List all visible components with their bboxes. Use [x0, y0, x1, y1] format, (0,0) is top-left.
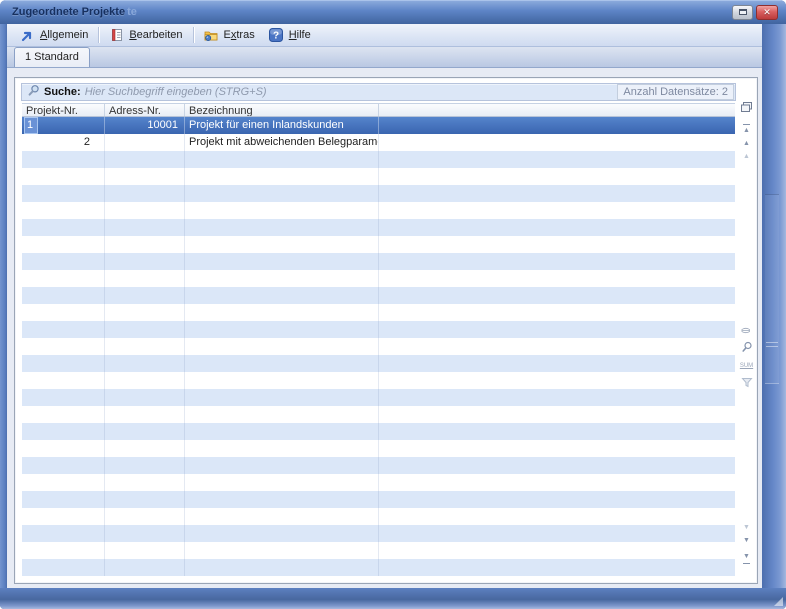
window-scrollbar-right[interactable] [762, 24, 786, 588]
column-chooser-icon[interactable] [738, 101, 755, 115]
resize-grip-icon[interactable] [774, 597, 783, 606]
tab-strip: 1 Standard [7, 47, 762, 68]
edit-document-icon [109, 28, 124, 43]
app-window: Zugeordnete Projekte te ✕ Allgemein [0, 0, 786, 609]
table-empty-row [22, 355, 735, 372]
table-empty-row [22, 287, 735, 304]
menu-bearbeiten[interactable]: Bearbeiten [102, 26, 189, 45]
scroll-up-icon[interactable]: ▲ [738, 139, 755, 149]
record-count-value: 2 [722, 86, 728, 98]
table-empty-row [22, 491, 735, 508]
folder-extras-icon [204, 28, 219, 43]
scroll-down-icon[interactable]: ▼ [738, 536, 755, 546]
table-empty-row [22, 406, 735, 423]
table-empty-row [22, 270, 735, 287]
content-panel: Suche: Anzahl Datensätze: 2 Projekt-Nr. … [14, 77, 758, 584]
table-empty-row [22, 457, 735, 474]
table-row[interactable]: 2 Projekt mit abweichenden Belegparamete… [22, 134, 735, 151]
table-empty-row [22, 389, 735, 406]
menu-label: Bearbeiten [129, 29, 182, 41]
cell-empty[interactable] [379, 134, 735, 151]
record-count: Anzahl Datensätze: 2 [617, 84, 734, 100]
scroll-down-dim-icon[interactable]: ▼ [738, 523, 755, 533]
column-header-adress-nr[interactable]: Adress-Nr. [105, 104, 185, 116]
menu-label: Allgemein [40, 29, 88, 41]
cell-adress-nr[interactable]: 10001 [105, 117, 185, 134]
menu-label: Hilfe [289, 29, 311, 41]
table-row-selected[interactable]: 1 10001 Projekt für einen Inlandskunden [22, 117, 735, 134]
tab-standard[interactable]: 1 Standard [14, 47, 90, 67]
table-empty-row [22, 321, 735, 338]
cell-adress-nr[interactable] [105, 134, 185, 151]
table-empty-row [22, 474, 735, 491]
arrow-up-right-icon [20, 28, 35, 43]
window-title-echo: te [127, 6, 137, 18]
window-body: 1 Standard Suche: Anzahl Datensätze: 2 [7, 47, 762, 588]
menu-extras[interactable]: Extras [197, 26, 262, 45]
cell-bezeichnung[interactable]: Projekt mit abweichenden Belegparametern [185, 134, 379, 151]
table-rows: 1 10001 Projekt für einen Inlandskunden … [22, 117, 735, 576]
projects-table: Projekt-Nr. Adress-Nr. Bezeichnung 1 100… [22, 103, 735, 577]
table-header[interactable]: Projekt-Nr. Adress-Nr. Bezeichnung [22, 103, 735, 117]
window-border-left [0, 24, 7, 588]
table-empty-row [22, 168, 735, 185]
scroll-top-icon[interactable]: ▲ [743, 124, 750, 136]
column-header-projekt-nr[interactable]: Projekt-Nr. [22, 104, 105, 116]
cell-bezeichnung[interactable]: Projekt für einen Inlandskunden [185, 117, 379, 134]
scroll-bottom-icon[interactable]: ▼ [743, 552, 750, 564]
maximize-button[interactable] [732, 5, 753, 20]
column-header-empty[interactable] [379, 104, 735, 116]
search-label: Suche: [44, 86, 81, 98]
table-empty-row [22, 525, 735, 542]
fit-width-icon[interactable]: (|) [738, 325, 755, 335]
menu-label: Extras [224, 29, 255, 41]
scrollbar-thumb[interactable] [765, 194, 779, 384]
table-empty-row [22, 559, 735, 576]
sum-icon[interactable]: SUM [738, 361, 755, 371]
menu-separator [98, 27, 99, 43]
window-icon [739, 9, 747, 15]
filter-icon[interactable] [738, 377, 755, 390]
table-empty-row [22, 219, 735, 236]
table-empty-row [22, 253, 735, 270]
svg-text:?: ? [273, 31, 279, 42]
menu-hilfe[interactable]: ? Hilfe [262, 26, 318, 45]
cell-projekt-nr[interactable]: 2 [22, 134, 105, 151]
zoom-icon[interactable] [738, 341, 755, 355]
scroll-up-dim-icon[interactable]: ▲ [738, 152, 755, 162]
close-button[interactable]: ✕ [756, 5, 778, 20]
help-icon: ? [269, 28, 284, 43]
search-input[interactable] [85, 85, 614, 99]
table-empty-row [22, 202, 735, 219]
titlebar[interactable]: Zugeordnete Projekte te ✕ [0, 0, 786, 24]
window-border-bottom [0, 588, 786, 609]
column-header-bezeichnung[interactable]: Bezeichnung [185, 104, 379, 116]
table-side-toolbar: ▲ ▲ ▲ (|) SUM [738, 101, 755, 579]
table-empty-row [22, 304, 735, 321]
table-empty-row [22, 338, 735, 355]
search-bar[interactable]: Suche: Anzahl Datensätze: 2 [21, 83, 736, 101]
scrollbar-grip [766, 342, 778, 347]
window-title: Zugeordnete Projekte [12, 6, 125, 18]
table-tools-group: (|) SUM [738, 325, 755, 396]
table-empty-row [22, 542, 735, 559]
table-empty-row [22, 440, 735, 457]
table-empty-row [22, 372, 735, 389]
cell-projekt-nr[interactable]: 1 [22, 117, 105, 134]
table-empty-row [22, 185, 735, 202]
table-empty-row [22, 423, 735, 440]
search-icon [27, 84, 40, 100]
cell-empty[interactable] [379, 117, 735, 134]
menu-separator [193, 27, 194, 43]
menu-allgemein[interactable]: Allgemein [13, 26, 95, 45]
menu-bar: Allgemein Bearbeiten [7, 24, 762, 47]
scroll-down-group: ▼ ▼ ▼ [738, 523, 755, 567]
table-empty-row [22, 236, 735, 253]
table-empty-row [22, 151, 735, 168]
table-empty-row [22, 508, 735, 525]
